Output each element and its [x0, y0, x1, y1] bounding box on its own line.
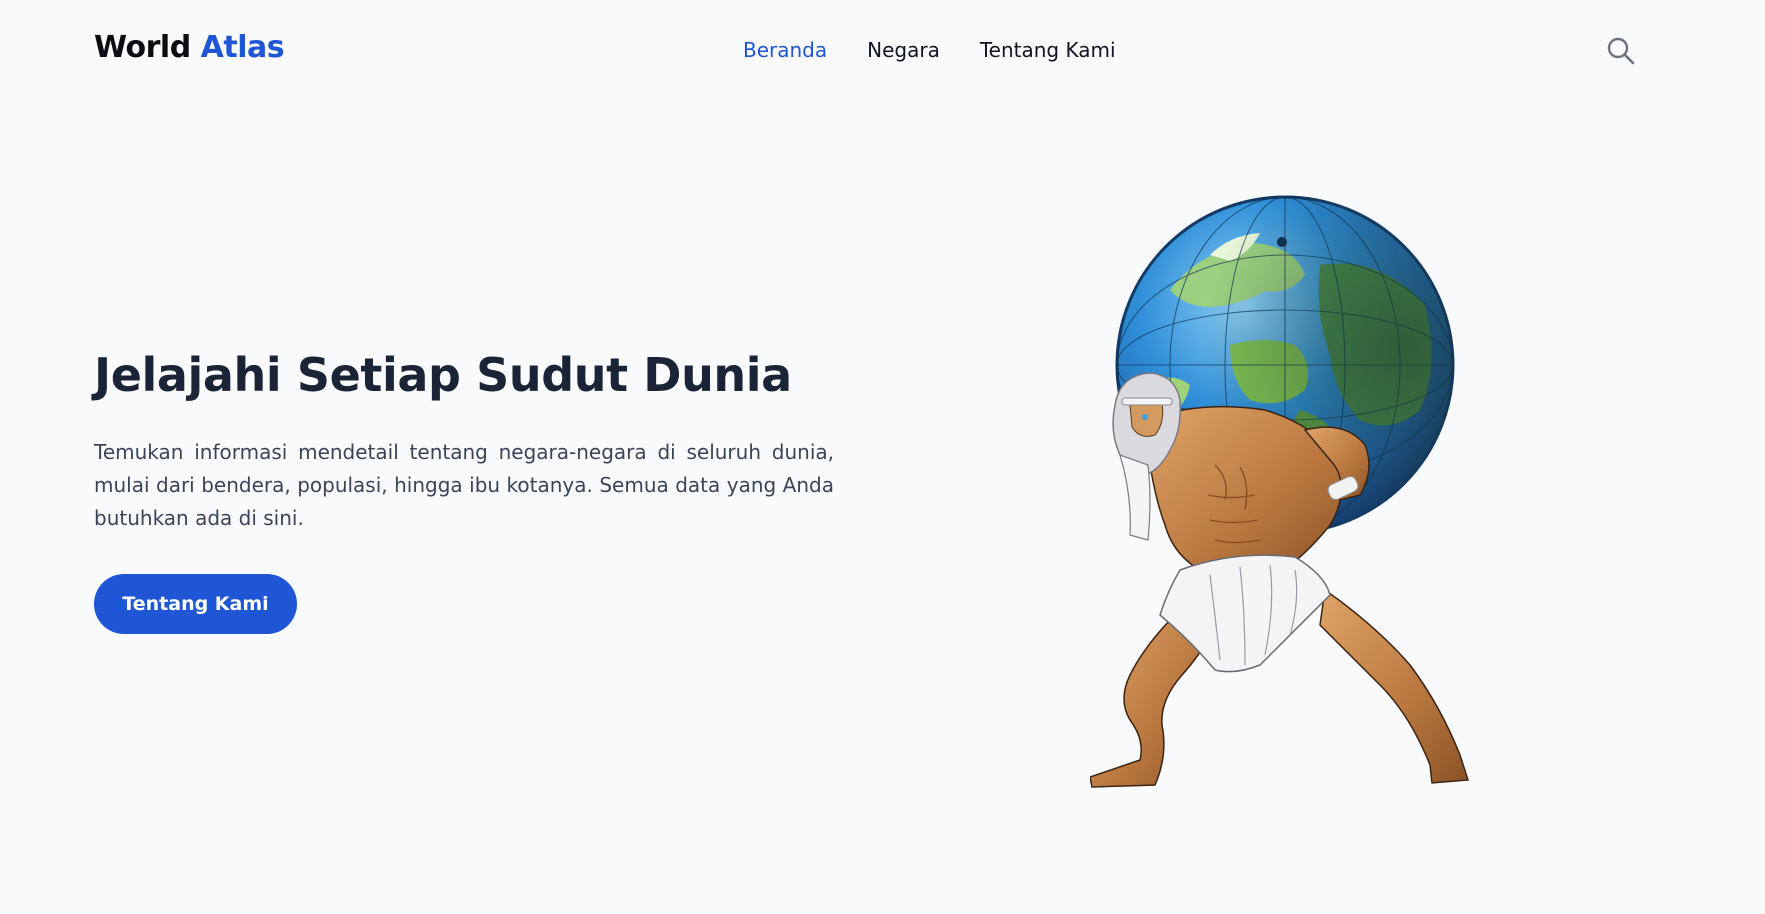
brand-logo[interactable]: World Atlas: [94, 30, 285, 65]
navbar: World Atlas Beranda Negara Tentang Kami: [0, 0, 1765, 102]
main-nav: Beranda Negara Tentang Kami: [743, 38, 1116, 62]
hero-title: Jelajahi Setiap Sudut Dunia: [94, 348, 792, 402]
hero-description: Temukan informasi mendetail tentang nega…: [94, 440, 834, 530]
nav-link-beranda[interactable]: Beranda: [743, 38, 827, 62]
search-icon: [1607, 37, 1635, 65]
atlas-holding-globe-illustration: [1090, 195, 1470, 788]
search-button[interactable]: [1604, 34, 1638, 68]
brand-name-accent: Atlas: [200, 30, 285, 65]
about-us-button[interactable]: Tentang Kami: [94, 574, 297, 634]
nav-link-negara[interactable]: Negara: [867, 38, 940, 62]
brand-name-primary: World: [94, 30, 191, 65]
nav-link-tentang-kami[interactable]: Tentang Kami: [980, 38, 1116, 62]
